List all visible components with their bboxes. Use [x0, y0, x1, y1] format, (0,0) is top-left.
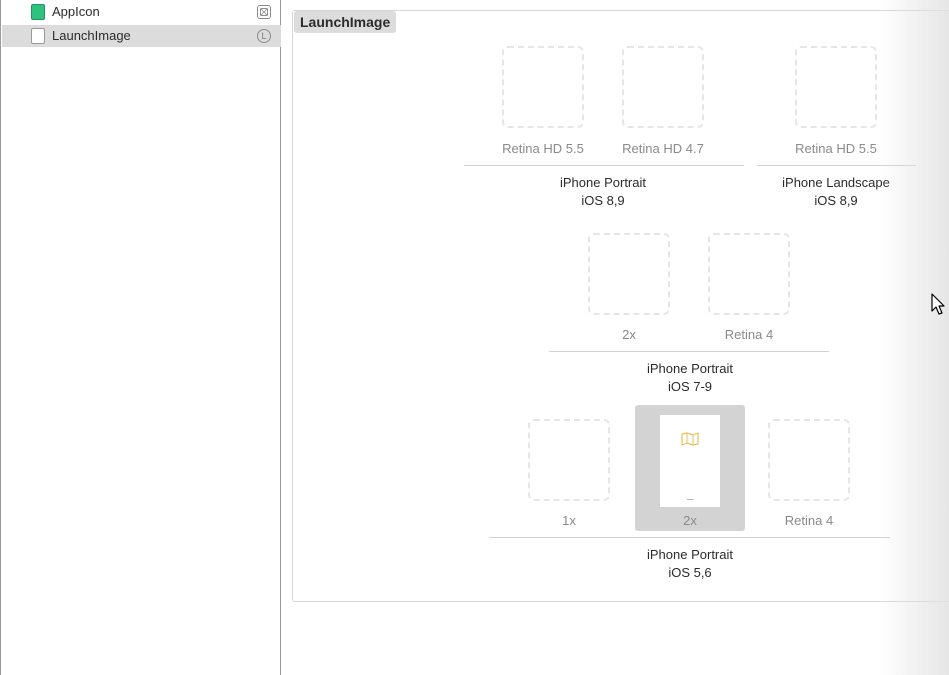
sidebar-item-label: LaunchImage [52, 28, 131, 43]
slot-label: Retina 4 [784, 513, 834, 528]
sidebar-item-label: AppIcon [52, 4, 100, 19]
group-os-label: iOS 8,9 [814, 193, 858, 208]
group-label-portrait-ios8-9: iPhone Portrait iOS 8,9 [503, 174, 703, 210]
launch-image-thumbnail[interactable] [660, 415, 720, 507]
slot-label: Retina HD 4.7 [622, 141, 704, 156]
sidebar-item-launchimage[interactable]: LaunchImage L [2, 25, 281, 47]
slot-label: Retina HD 5.5 [502, 141, 584, 156]
image-slot-retina-hd-4-7[interactable] [622, 46, 704, 128]
grid-badge-icon [257, 5, 271, 19]
app-icon-set-icon [31, 4, 45, 20]
image-slot-retina-hd-5-5-portrait[interactable] [502, 46, 584, 128]
slot-label: 2x [622, 327, 636, 342]
image-set-editor: LaunchImage Retina HD 5.5 Retina HD 4.7 … [282, 0, 949, 675]
group-device-label: iPhone Portrait [560, 175, 646, 190]
group-label-landscape-ios8-9: iPhone Landscape iOS 8,9 [736, 174, 936, 210]
group-label-portrait-ios5-6: iPhone Portrait iOS 5,6 [590, 546, 790, 582]
launch-badge-icon: L [257, 29, 271, 43]
image-slot-retina-hd-5-5-landscape[interactable] [795, 46, 877, 128]
group-device-label: iPhone Portrait [647, 361, 733, 376]
group-divider [464, 165, 744, 166]
image-slot-retina-4-ios7[interactable] [708, 233, 790, 315]
group-device-label: iPhone Portrait [647, 547, 733, 562]
group-divider [549, 351, 829, 352]
slot-label: Retina 4 [724, 327, 774, 342]
launch-image-set-icon [31, 28, 45, 44]
group-os-label: iOS 5,6 [668, 565, 712, 580]
asset-catalog-sidebar: AppIcon LaunchImage L [0, 0, 281, 675]
map-icon [681, 432, 699, 446]
image-slot-retina-4-ios5[interactable] [768, 419, 850, 501]
group-device-label: iPhone Landscape [782, 175, 890, 190]
image-slot-1x-ios5[interactable] [528, 419, 610, 501]
sidebar-item-appicon[interactable]: AppIcon [2, 1, 281, 23]
image-slot-2x-ios7[interactable] [588, 233, 670, 315]
group-divider [489, 537, 890, 538]
group-label-portrait-ios7-9: iPhone Portrait iOS 7-9 [590, 360, 790, 396]
thumbnail-home-indicator [687, 499, 693, 500]
slot-label: 1x [562, 513, 576, 528]
group-os-label: iOS 7-9 [667, 379, 713, 394]
slot-label: Retina HD 5.5 [795, 141, 877, 156]
group-os-label: iOS 8,9 [581, 193, 625, 208]
group-divider [757, 165, 916, 166]
image-set-title: LaunchImage [294, 11, 397, 33]
mouse-cursor-icon [931, 293, 945, 315]
